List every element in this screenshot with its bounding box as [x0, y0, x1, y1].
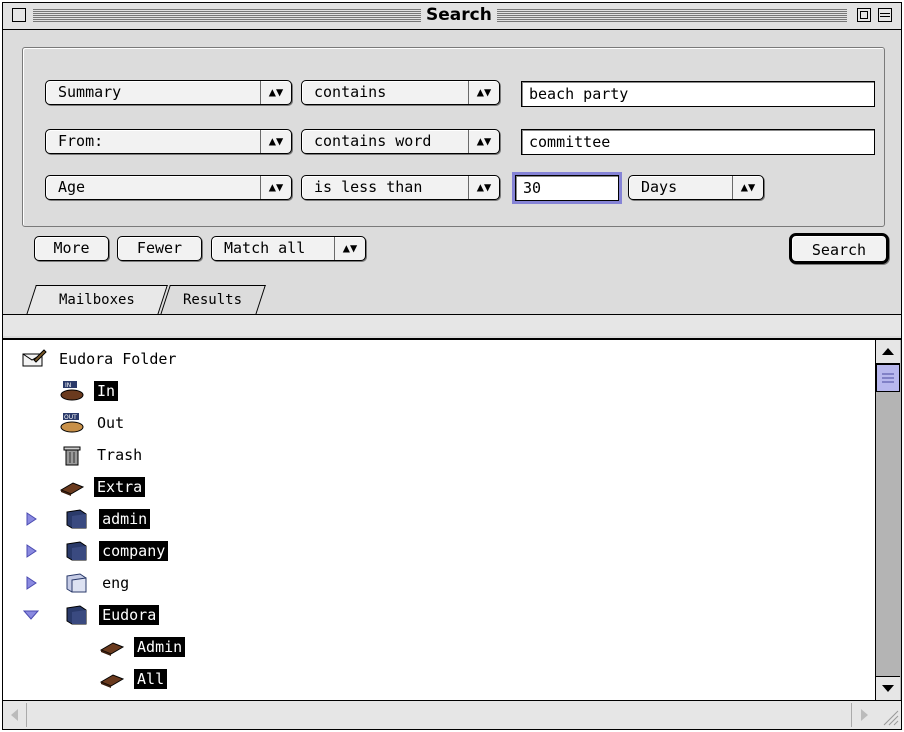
folder-icon — [64, 508, 90, 530]
list-item[interactable]: OUT Out — [59, 408, 127, 436]
mailbox-label: Eudora Folder — [59, 349, 177, 368]
svg-text:OUT: OUT — [64, 414, 77, 421]
scroll-left-icon[interactable] — [3, 703, 27, 727]
criteria-field-label: From: — [58, 132, 104, 150]
mailbox-label: In — [94, 380, 119, 401]
mailbox-icon — [99, 668, 125, 690]
title-bar[interactable]: Search — [3, 3, 901, 30]
list-item[interactable]: Extra — [59, 472, 146, 500]
list-item[interactable]: Trash — [59, 440, 145, 468]
criteria-operator-popup-2[interactable]: contains word ▲▼ — [301, 129, 500, 154]
tab-bar: Mailboxes Results — [3, 283, 901, 315]
mailbox-label: Eudora — [99, 604, 160, 625]
popup-arrows-icon: ▲▼ — [260, 130, 291, 153]
age-value-input[interactable]: 30 — [512, 172, 622, 204]
list-item[interactable]: Admin — [99, 632, 186, 660]
folder-icon — [64, 572, 90, 594]
resize-grip-icon[interactable] — [876, 703, 900, 727]
criteria-operator-label: is less than — [314, 178, 423, 196]
criteria-value-input-2[interactable]: committee — [521, 129, 875, 155]
popup-arrows-icon: ▲▼ — [468, 81, 499, 104]
disclosure-collapsed-icon[interactable] — [21, 540, 41, 562]
list-item[interactable]: Eudora — [21, 600, 160, 628]
disclosure-expanded-icon[interactable] — [21, 604, 41, 626]
mailbox-icon — [99, 636, 125, 658]
criteria-field-label: Age — [58, 178, 86, 196]
popup-arrows-icon: ▲▼ — [260, 81, 291, 104]
popup-arrows-icon: ▲▼ — [468, 176, 499, 199]
list-item[interactable]: All — [99, 664, 168, 692]
popup-arrows-icon: ▲▼ — [732, 176, 763, 199]
criteria-value-input-1[interactable]: beach party — [521, 81, 875, 107]
collapse-box-icon[interactable] — [878, 8, 892, 22]
vertical-scrollbar[interactable] — [876, 338, 901, 700]
disclosure-collapsed-icon[interactable] — [21, 508, 41, 530]
mailbox-icon — [59, 476, 85, 498]
scroll-thumb[interactable] — [876, 364, 900, 392]
list-item[interactable]: Eudora Folder — [21, 344, 179, 372]
mailbox-label: admin — [99, 508, 151, 529]
list-item[interactable]: admin — [21, 504, 151, 532]
svg-text:IN: IN — [65, 382, 71, 389]
tab-results-label: Results — [183, 292, 243, 308]
scroll-up-icon[interactable] — [876, 340, 900, 364]
criteria-operator-label: contains word — [314, 132, 432, 150]
criteria-field-label: Summary — [58, 83, 122, 101]
criteria-operator-popup-3[interactable]: is less than ▲▼ — [301, 175, 500, 200]
mailbox-label: Trash — [97, 445, 143, 464]
mailbox-label: All — [134, 668, 168, 689]
search-window: Search Summary ▲▼ contains ▲▼ beach part… — [2, 2, 902, 730]
match-label: Match all — [224, 239, 306, 257]
popup-arrows-icon: ▲▼ — [334, 237, 365, 260]
age-unit-label: Days — [641, 178, 678, 196]
list-item[interactable]: IN In — [59, 376, 119, 404]
trash-icon — [59, 444, 85, 466]
tab-results[interactable]: Results — [160, 285, 266, 315]
mailbox-label: eng — [102, 573, 130, 592]
list-item[interactable]: eng — [21, 568, 132, 596]
in-mailbox-icon: IN — [59, 380, 85, 402]
match-popup[interactable]: Match all ▲▼ — [211, 236, 366, 261]
tab-content-strip — [3, 315, 901, 336]
more-button[interactable]: More — [34, 236, 109, 261]
folder-icon — [64, 540, 90, 562]
criteria-field-popup-1[interactable]: Summary ▲▼ — [45, 80, 292, 105]
close-box-icon[interactable] — [12, 8, 26, 22]
list-item[interactable]: company — [21, 536, 169, 564]
scroll-right-icon[interactable] — [851, 703, 875, 727]
mailbox-label: company — [99, 540, 169, 561]
age-unit-popup[interactable]: Days ▲▼ — [628, 175, 764, 200]
window-title: Search — [421, 5, 497, 25]
search-button[interactable]: Search — [789, 233, 889, 264]
out-mailbox-icon: OUT — [59, 412, 85, 434]
fewer-button[interactable]: Fewer — [117, 236, 202, 261]
criteria-operator-popup-1[interactable]: contains ▲▼ — [301, 80, 500, 105]
disclosure-collapsed-icon[interactable] — [21, 572, 41, 594]
horizontal-scrollbar[interactable] — [3, 700, 901, 729]
zoom-box-icon[interactable] — [857, 8, 871, 22]
tab-mailboxes-label: Mailboxes — [59, 292, 135, 308]
popup-arrows-icon: ▲▼ — [468, 130, 499, 153]
mailbox-label: Admin — [134, 636, 186, 657]
mailbox-list[interactable]: Eudora Folder IN In OUT Out Trash Extra — [3, 338, 876, 700]
criteria-field-popup-2[interactable]: From: ▲▼ — [45, 129, 292, 154]
popup-arrows-icon: ▲▼ — [260, 176, 291, 199]
mailbox-label: Extra — [94, 476, 146, 497]
tab-mailboxes[interactable]: Mailboxes — [26, 285, 168, 315]
criteria-operator-label: contains — [314, 83, 387, 101]
eudora-folder-icon — [21, 348, 47, 370]
folder-icon — [64, 604, 90, 626]
criteria-field-popup-3[interactable]: Age ▲▼ — [45, 175, 292, 200]
mailbox-label: Out — [97, 413, 125, 432]
scroll-down-icon[interactable] — [876, 676, 900, 700]
